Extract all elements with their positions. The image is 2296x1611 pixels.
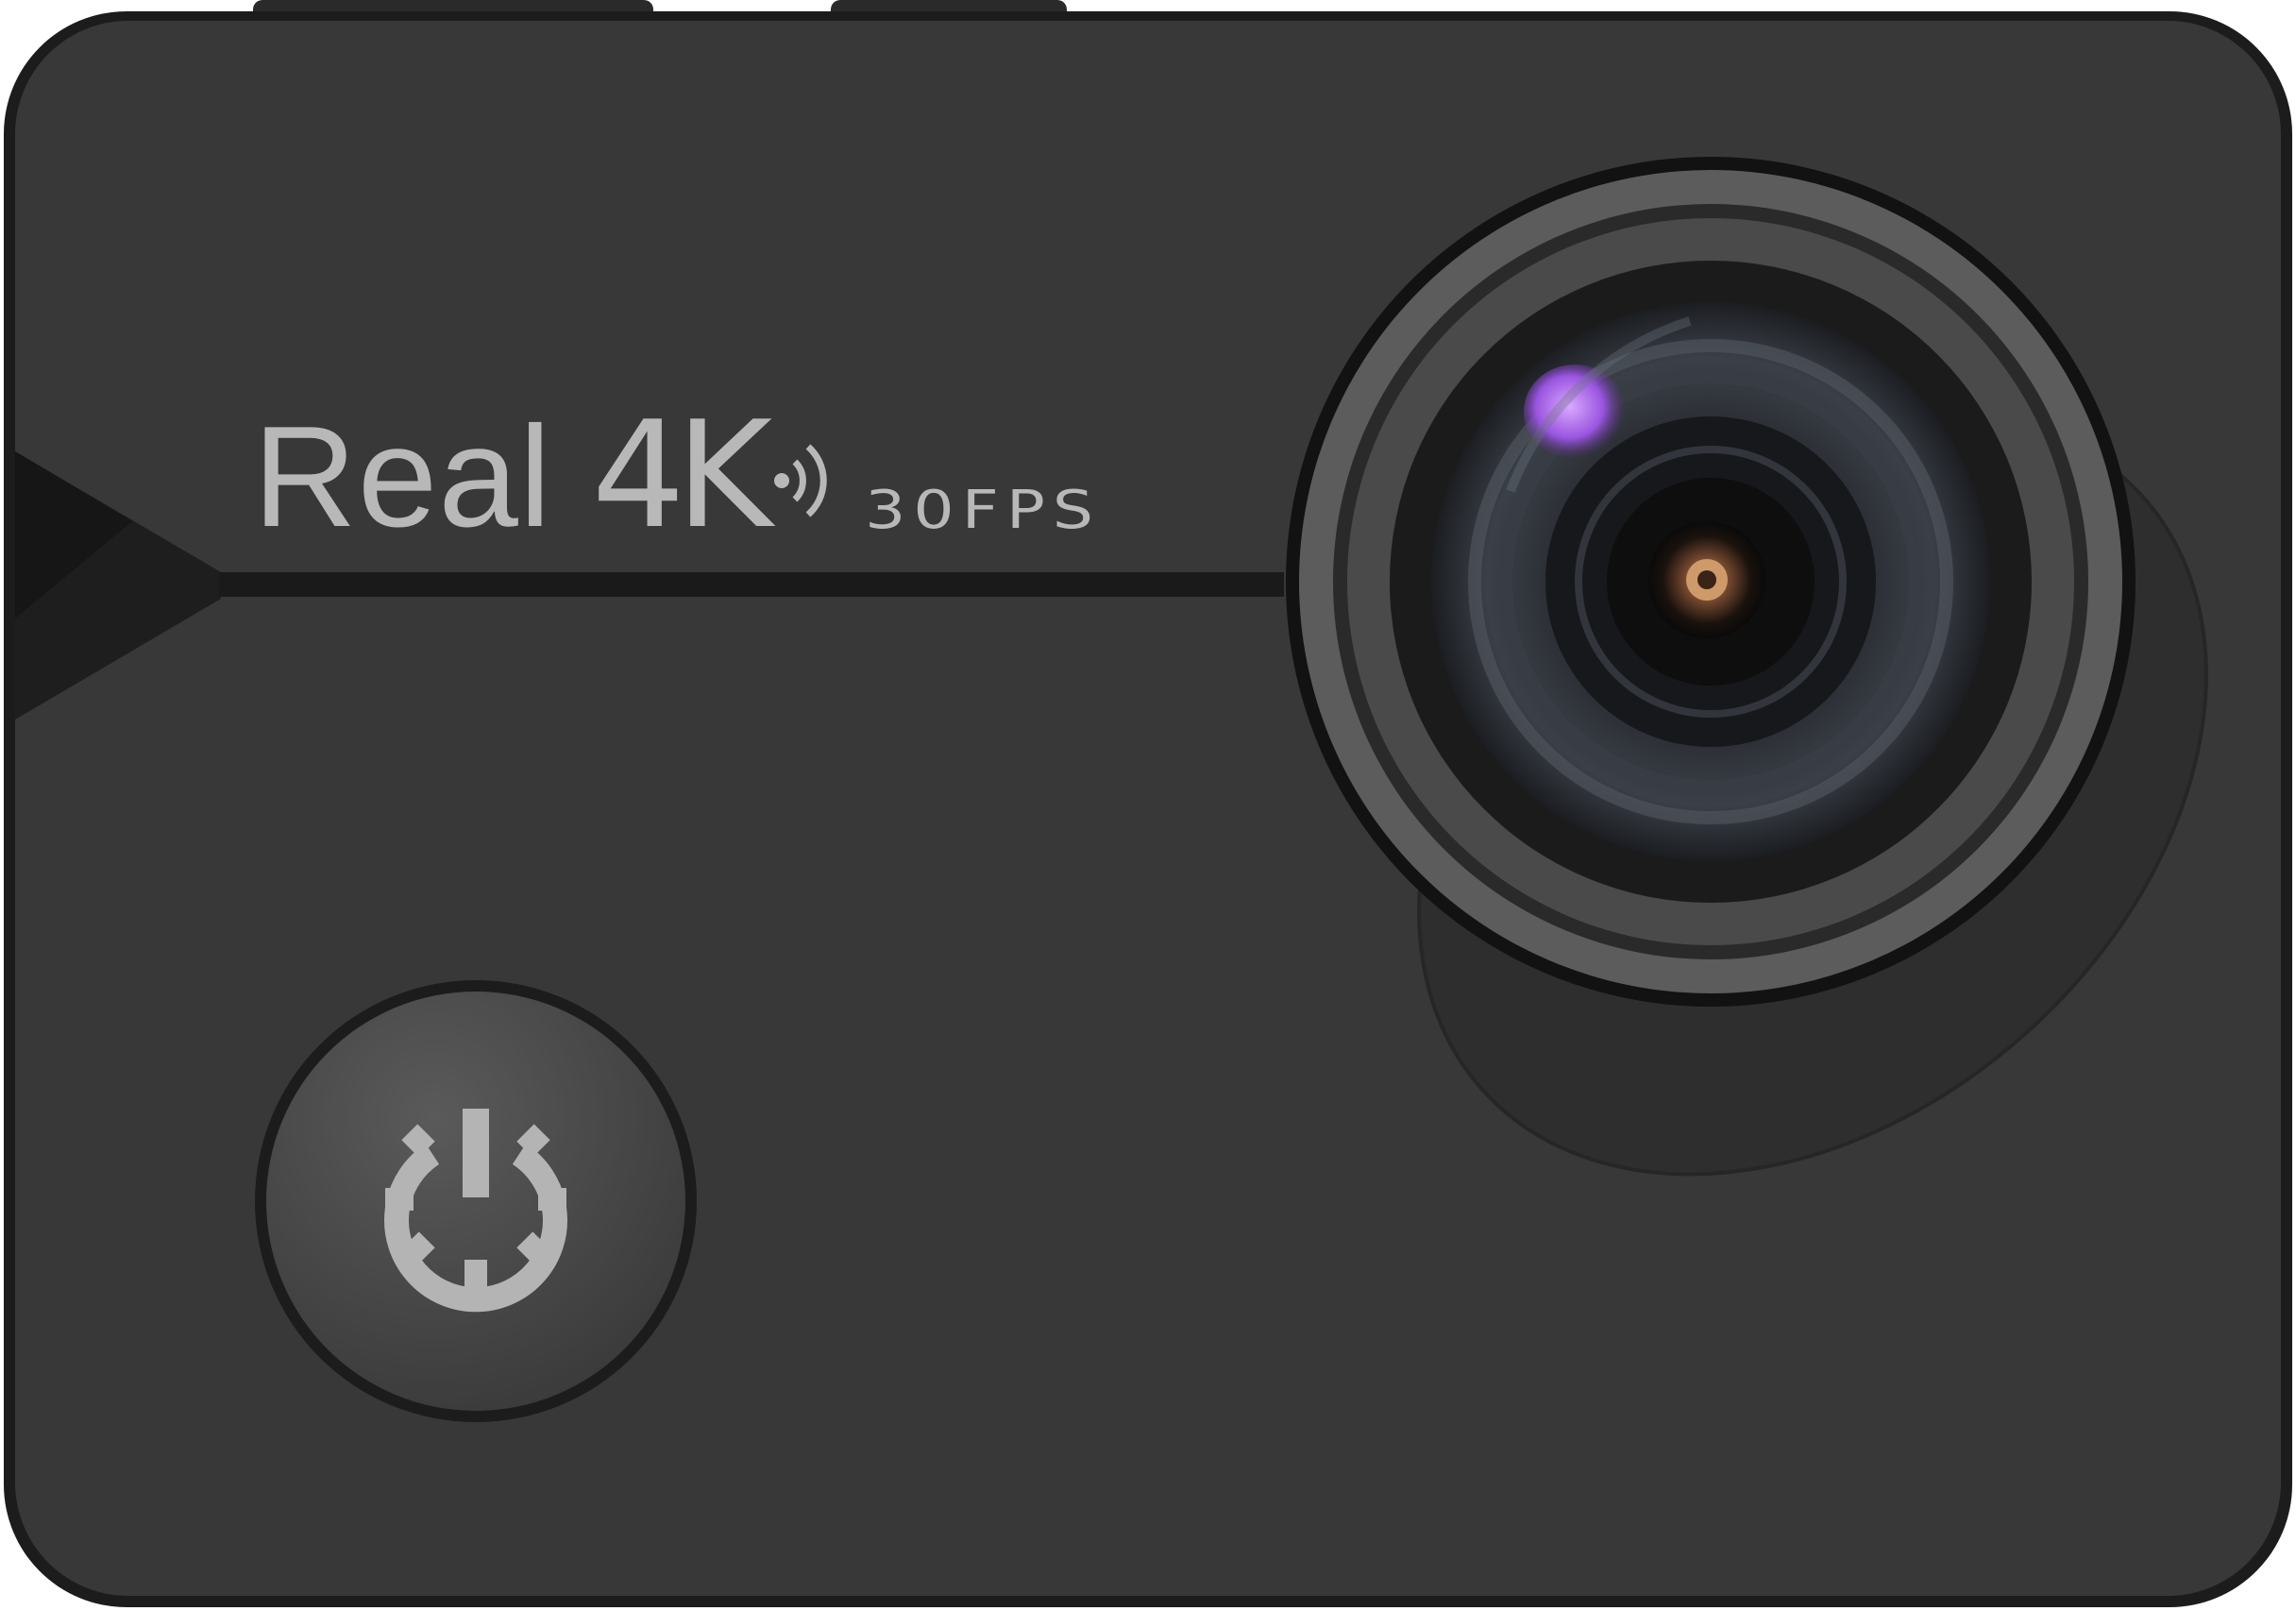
trim-line <box>219 572 1284 597</box>
brand-lettering: Real 4K 30FPS <box>253 401 1101 549</box>
frame-rate-text: 30FPS <box>865 480 1101 542</box>
brand-4k-text: 4K <box>591 389 773 561</box>
lens-flare <box>1524 365 1626 459</box>
brand-real-text: Real <box>253 397 552 557</box>
camera-illustration <box>4 0 2292 1607</box>
camera-lens <box>1286 157 2136 1007</box>
wifi-waves-icon <box>770 424 836 537</box>
action-camera-photo: Real 4K 30FPS <box>0 0 2296 1611</box>
power-button[interactable] <box>255 980 697 1422</box>
